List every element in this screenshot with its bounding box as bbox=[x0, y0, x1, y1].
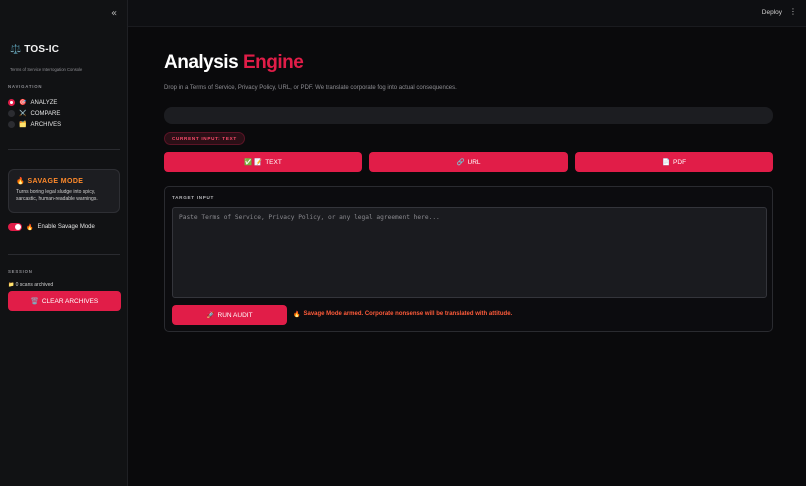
savage-mode-toggle-label: Enable Savage Mode bbox=[37, 224, 95, 230]
sidebar: « ⚖️ TOS-IC Terms of Service Interrogati… bbox=[0, 0, 128, 486]
crossed-swords-icon: ⚔️ bbox=[19, 111, 27, 117]
radio-selected[interactable] bbox=[8, 99, 15, 106]
nav-item-archives[interactable]: 🗂️ ARCHIVES bbox=[8, 119, 61, 130]
savage-mode-card: 🔥 SAVAGE MODE Turns boring legal sludge … bbox=[8, 169, 120, 213]
savage-armed-message: 🔥 Savage Mode armed. Corporate nonsense … bbox=[293, 311, 512, 318]
link-icon: 🔗 bbox=[456, 159, 465, 166]
navigation-radio-group: 🎯 ANALYZE ⚔️ COMPARE 🗂️ ARCHIVES bbox=[8, 97, 61, 130]
folder-icon: 📁 bbox=[8, 282, 15, 288]
target-input-label: TARGET INPUT bbox=[172, 195, 215, 200]
page-title: Analysis Engine bbox=[164, 52, 304, 74]
more-options-icon[interactable]: ⋮ bbox=[789, 7, 797, 16]
savage-mode-title-text: SAVAGE MODE bbox=[27, 178, 84, 185]
collapse-sidebar-icon[interactable]: « bbox=[108, 8, 120, 20]
run-audit-button[interactable]: 🚀 RUN AUDIT bbox=[172, 305, 287, 325]
scans-count: 📁 0 scans archived bbox=[8, 282, 53, 288]
target-icon: 🎯 bbox=[19, 100, 27, 106]
nav-item-label: ARCHIVES bbox=[30, 121, 62, 128]
savage-mode-toggle-row[interactable]: 🔥 Enable Savage Mode bbox=[8, 223, 95, 231]
clear-archives-label: CLEAR ARCHIVES bbox=[41, 297, 99, 305]
navigation-label: NAVIGATION bbox=[8, 84, 43, 89]
deploy-button[interactable]: Deploy bbox=[762, 9, 782, 16]
check-memo-icon: ✅ 📝 bbox=[244, 159, 263, 166]
savage-mode-title: 🔥 SAVAGE MODE bbox=[16, 177, 112, 185]
page-subtitle: Drop in a Terms of Service, Privacy Poli… bbox=[164, 85, 457, 91]
nav-item-label: ANALYZE bbox=[30, 99, 58, 106]
url-mode-label: URL bbox=[467, 158, 481, 166]
fire-icon: 🔥 bbox=[16, 178, 26, 185]
scales-icon: ⚖️ bbox=[10, 44, 22, 55]
page-title-word-2: Engine bbox=[242, 52, 304, 73]
brand-title: TOS-IC bbox=[24, 44, 60, 55]
legal-text-input[interactable] bbox=[172, 207, 767, 298]
top-input-bar[interactable] bbox=[164, 107, 773, 124]
fire-icon: 🔥 bbox=[26, 224, 34, 231]
savage-mode-description: Turns boring legal sludge into spicy, sa… bbox=[16, 189, 98, 202]
nav-item-analyze[interactable]: 🎯 ANALYZE bbox=[8, 97, 61, 108]
savage-mode-toggle[interactable] bbox=[8, 223, 22, 231]
page-icon: 📄 bbox=[661, 159, 671, 166]
target-input-panel: TARGET INPUT 🚀 RUN AUDIT 🔥 Savage Mode a… bbox=[164, 186, 773, 332]
brand: ⚖️ TOS-IC bbox=[10, 44, 59, 55]
top-bar: Deploy ⋮ bbox=[128, 0, 806, 27]
pdf-mode-label: PDF bbox=[673, 158, 687, 166]
divider bbox=[8, 149, 120, 150]
run-audit-label: RUN AUDIT bbox=[217, 311, 253, 319]
rocket-icon: 🚀 bbox=[206, 312, 215, 319]
nav-item-label: COMPARE bbox=[30, 110, 61, 117]
current-input-badge: CURRENT INPUT: TEXT bbox=[164, 132, 245, 145]
session-label: SESSION bbox=[8, 269, 33, 274]
page-title-word-1: Analysis bbox=[164, 52, 239, 73]
url-mode-button[interactable]: 🔗 URL bbox=[369, 152, 568, 172]
brand-subtitle: Terms of Service Interrogation Console bbox=[10, 67, 83, 72]
wastebasket-icon: 🗑️ bbox=[30, 298, 39, 305]
scans-count-text: 0 scans archived bbox=[15, 282, 54, 288]
card-index-dividers-icon: 🗂️ bbox=[19, 122, 27, 128]
clear-archives-button[interactable]: 🗑️ CLEAR ARCHIVES bbox=[8, 291, 121, 311]
radio-unselected[interactable] bbox=[8, 121, 15, 128]
divider bbox=[8, 254, 120, 255]
text-mode-button[interactable]: ✅ 📝 TEXT bbox=[164, 152, 362, 172]
savage-armed-text: Savage Mode armed. Corporate nonsense wi… bbox=[303, 311, 513, 317]
nav-item-compare[interactable]: ⚔️ COMPARE bbox=[8, 108, 61, 119]
fire-icon: 🔥 bbox=[293, 312, 301, 318]
radio-unselected[interactable] bbox=[8, 110, 15, 117]
text-mode-label: TEXT bbox=[265, 158, 282, 166]
pdf-mode-button[interactable]: 📄 PDF bbox=[575, 152, 773, 172]
